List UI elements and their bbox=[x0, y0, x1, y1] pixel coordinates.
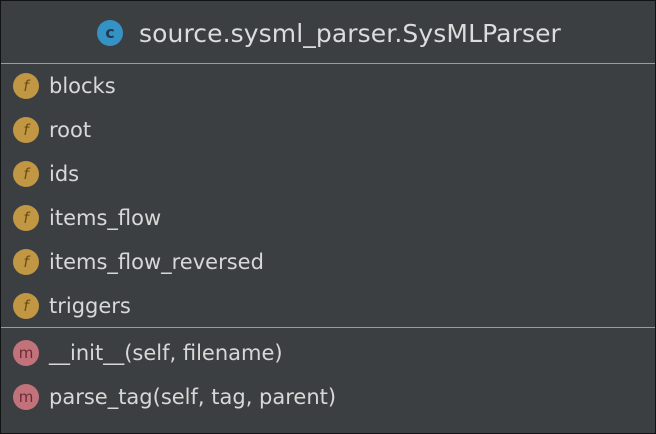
field-row: f root bbox=[13, 115, 91, 145]
field-icon-letter: f bbox=[23, 296, 29, 315]
field-icon: f bbox=[13, 73, 39, 99]
field-icon: f bbox=[13, 293, 39, 319]
class-title: source.sysml_parser.SysMLParser bbox=[139, 18, 561, 48]
field-row: f blocks bbox=[13, 71, 116, 101]
class-diagram-box: c source.sysml_parser.SysMLParser f bloc… bbox=[0, 0, 656, 434]
field-icon-letter: f bbox=[23, 76, 29, 95]
class-header: c source.sysml_parser.SysMLParser bbox=[1, 1, 655, 64]
field-label-blocks: blocks bbox=[49, 74, 116, 98]
field-label-ids: ids bbox=[49, 162, 80, 186]
method-icon-letter: m bbox=[18, 343, 34, 362]
method-row: m __init__(self, filename) bbox=[13, 338, 283, 368]
field-row: f items_flow_reversed bbox=[13, 247, 264, 277]
class-icon-letter: c bbox=[105, 23, 115, 42]
method-label-parse-tag: parse_tag(self, tag, parent) bbox=[49, 385, 337, 409]
method-icon-letter: m bbox=[18, 387, 34, 406]
class-icon: c bbox=[97, 20, 123, 46]
method-icon: m bbox=[13, 384, 39, 410]
field-icon: f bbox=[13, 205, 39, 231]
field-icon-letter: f bbox=[23, 252, 29, 271]
method-label-init: __init__(self, filename) bbox=[49, 341, 283, 365]
field-label-items-flow-reversed: items_flow_reversed bbox=[49, 250, 264, 274]
field-label-triggers: triggers bbox=[49, 294, 131, 318]
field-icon-letter: f bbox=[23, 120, 29, 139]
field-label-items-flow: items_flow bbox=[49, 206, 162, 230]
field-icon: f bbox=[13, 161, 39, 187]
field-row: f items_flow bbox=[13, 203, 161, 233]
methods-section: m __init__(self, filename) m parse_tag(s… bbox=[1, 328, 655, 433]
field-icon: f bbox=[13, 249, 39, 275]
fields-section: f blocks f root f ids f items_flow f ite… bbox=[1, 64, 655, 328]
field-row: f ids bbox=[13, 159, 79, 189]
field-row: f triggers bbox=[13, 291, 131, 321]
field-label-root: root bbox=[49, 118, 92, 142]
field-icon: f bbox=[13, 117, 39, 143]
method-row: m parse_tag(self, tag, parent) bbox=[13, 382, 336, 412]
field-icon-letter: f bbox=[23, 164, 29, 183]
class-header-content: c source.sysml_parser.SysMLParser bbox=[97, 17, 561, 49]
method-icon: m bbox=[13, 340, 39, 366]
field-icon-letter: f bbox=[23, 208, 29, 227]
